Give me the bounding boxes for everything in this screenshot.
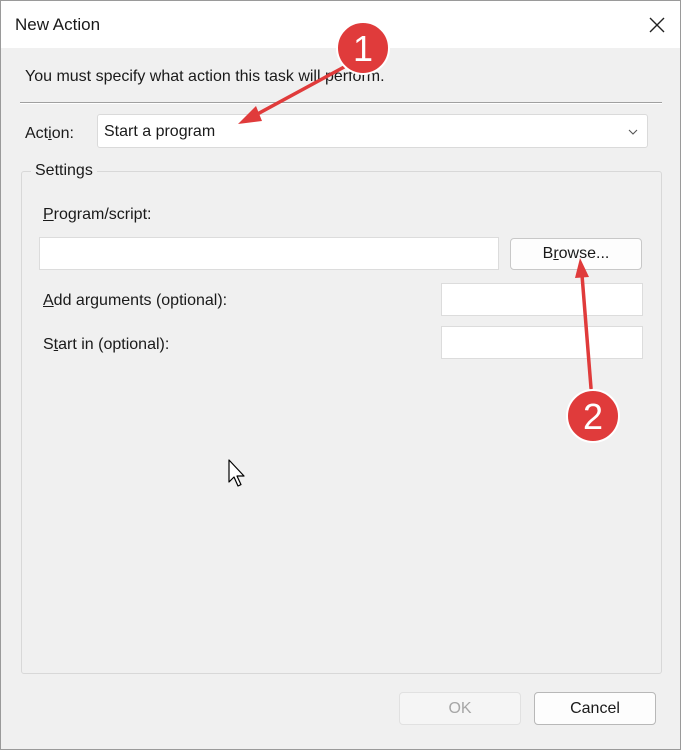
program-script-label: Program/script: [43, 206, 152, 223]
start-in-label: Start in (optional): [43, 336, 170, 353]
instruction-text: You must specify what action this task w… [25, 68, 385, 85]
add-arguments-label: Add arguments (optional): [43, 292, 228, 309]
close-icon [649, 17, 665, 32]
browse-button[interactable]: Br owse... [510, 238, 642, 270]
new-action-dialog: New Action You must specify what action … [0, 0, 681, 750]
add-arguments-input[interactable] [441, 283, 643, 316]
window-title: New Action [15, 15, 101, 34]
action-dropdown[interactable]: Start a program [97, 114, 648, 148]
start-in-input[interactable] [441, 326, 643, 359]
action-dropdown-value: Start a program [104, 123, 216, 140]
chevron-down-icon [628, 129, 638, 135]
action-label: Action: [25, 125, 74, 142]
settings-group-title: Settings [31, 162, 97, 180]
mouse-pointer-icon [228, 459, 245, 487]
program-script-input[interactable] [39, 237, 499, 270]
close-button[interactable] [634, 1, 680, 48]
cancel-button[interactable]: Cancel [534, 692, 656, 725]
separator-highlight [20, 103, 662, 104]
ok-button[interactable]: OK [399, 692, 521, 725]
title-bar: New Action [1, 1, 680, 48]
